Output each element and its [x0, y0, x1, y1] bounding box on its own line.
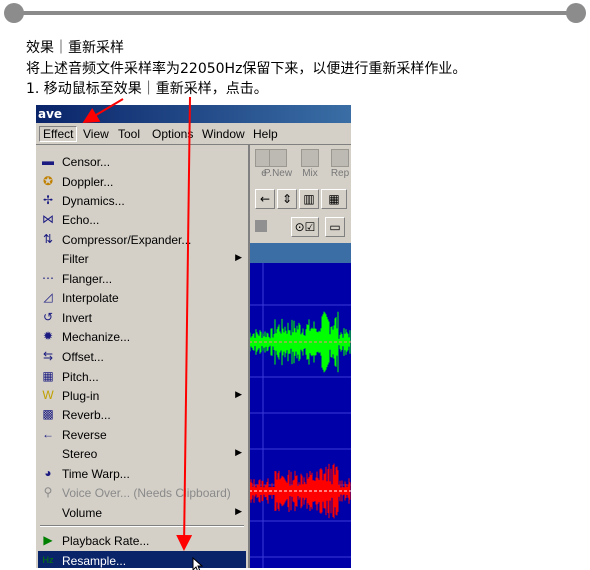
effect-dropdown-menu: ▬ Censor... ✪ Doppler... ✢ Dynamics... ⋈ Echo..…: [36, 145, 250, 568]
menu-item-label: Time Warp...: [62, 467, 130, 481]
menu-item-reverse[interactable]: ← Reverse: [38, 425, 246, 444]
window-icon[interactable]: ▭: [325, 217, 345, 237]
voice-over-icon: ⚲: [43, 485, 53, 499]
menu-item-volume[interactable]: Volume ▶: [38, 503, 246, 522]
description-text: 将上述音频文件采样率为22050Hz保留下来，以便进行重新采样作业。: [26, 61, 467, 77]
menu-tool[interactable]: Tool: [118, 127, 140, 141]
menu-help[interactable]: Help: [253, 127, 278, 141]
submenu-arrow-icon: ▶: [235, 506, 242, 516]
mechanize-icon: ✹: [42, 329, 54, 343]
menu-item-label: Dynamics...: [62, 194, 125, 208]
toolbar-row-3: ⊙☑ ▭: [249, 215, 351, 237]
menubar: Effect View Tool Options Window Help: [36, 124, 351, 145]
menu-separator: [40, 525, 244, 527]
menu-item-label: Pitch...: [62, 370, 99, 384]
menu-item-plug-in[interactable]: W Plug-in ▶: [38, 386, 246, 405]
menu-effect[interactable]: Effect: [39, 126, 78, 142]
window-title: ave: [38, 107, 63, 121]
menu-item-label: Resample...: [62, 554, 127, 568]
flanger-icon: ⋯: [42, 271, 54, 285]
menu-item-label: Censor...: [62, 155, 111, 169]
menu-item-censor[interactable]: ▬ Censor...: [38, 152, 246, 171]
menu-item-echo[interactable]: ⋈ Echo...: [38, 210, 246, 229]
swap-icon[interactable]: ⇕: [277, 189, 297, 209]
menu-item-reverb[interactable]: ▩ Reverb...: [38, 405, 246, 424]
menu-item-dynamics[interactable]: ✢ Dynamics...: [38, 191, 246, 210]
offset-icon: ⇆: [42, 349, 54, 363]
menu-item-invert[interactable]: ↺ Invert: [38, 308, 246, 327]
record-check-icon[interactable]: ⊙☑: [291, 217, 319, 237]
waveform-graph: [248, 243, 351, 568]
resample-icon: Hz: [42, 555, 54, 565]
menu-item-label: Compressor/Expander...: [62, 233, 192, 247]
menu-view[interactable]: View: [83, 127, 109, 141]
reverse-icon: ←: [42, 427, 54, 441]
menu-item-label: Voice Over... (Needs Clipboard): [62, 486, 231, 500]
toolbar-button-pnew[interactable]: P.New: [263, 149, 293, 181]
plugin-icon: W: [42, 388, 54, 402]
menu-item-doppler[interactable]: ✪ Doppler...: [38, 172, 246, 191]
menu-item-filter[interactable]: Filter ▶: [38, 249, 246, 268]
playback-rate-icon: ▶: [43, 533, 53, 547]
pitch-icon: ▦: [42, 369, 54, 383]
meter-icon[interactable]: ▦: [321, 189, 347, 209]
dynamics-icon: ✢: [42, 193, 54, 207]
arrow-left-icon[interactable]: ←: [255, 189, 275, 209]
menu-item-label: Filter: [62, 252, 89, 266]
menu-item-playback-rate[interactable]: ▶ Playback Rate...: [38, 531, 246, 550]
menu-item-compressor-expander[interactable]: ⇅ Compressor/Expander...: [38, 230, 246, 249]
menu-item-label: Invert: [62, 311, 93, 325]
compressor-icon: ⇅: [42, 232, 54, 246]
menu-item-label: Volume: [62, 506, 103, 520]
window-titlebar: ave: [36, 105, 351, 123]
menu-item-offset[interactable]: ⇆ Offset...: [38, 347, 246, 366]
toolbar-row-2: ← ⇕ ▥ ▦: [249, 187, 351, 209]
header-rule: [14, 11, 578, 15]
menu-item-label: Playback Rate...: [62, 534, 150, 548]
menu-item-label: Interpolate: [62, 291, 119, 305]
menu-item-label: Reverse: [62, 428, 107, 442]
toolbar-button-rep[interactable]: Rep: [325, 149, 351, 181]
menu-item-label: Stereo: [62, 447, 98, 461]
menu-item-label: Mechanize...: [62, 330, 131, 344]
menu-item-resample[interactable]: Hz Resample...: [38, 551, 246, 568]
menu-item-label: Flanger...: [62, 272, 113, 286]
menu-item-label: Doppler...: [62, 175, 114, 189]
menu-item-label: Offset...: [62, 350, 104, 364]
menu-item-flanger[interactable]: ⋯ Flanger...: [38, 269, 246, 288]
step-text: 1. 移动鼠标至效果｜重新采样，点击。: [26, 81, 268, 97]
menu-window[interactable]: Window: [202, 127, 245, 141]
header-dot-left: [4, 3, 24, 23]
app-screenshot: ave Effect View Tool Options Window Help…: [36, 105, 351, 568]
interpolate-icon: ◿: [43, 290, 53, 304]
menu-item-label: Reverb...: [62, 408, 111, 422]
menu-item-interpolate[interactable]: ◿ Interpolate: [38, 288, 246, 307]
bars-icon[interactable]: ▥: [299, 189, 319, 209]
censor-icon: ▬: [42, 154, 54, 168]
menu-item-stereo[interactable]: Stereo ▶: [38, 444, 246, 463]
menu-item-label: Echo...: [62, 213, 100, 227]
menu-options[interactable]: Options: [152, 127, 193, 141]
menu-item-voice-over-needs-clipboard: ⚲ Voice Over... (Needs Clipboard): [38, 483, 246, 502]
page-title: 效果｜重新采样: [26, 40, 124, 56]
submenu-arrow-icon: ▶: [235, 252, 242, 262]
menu-item-pitch[interactable]: ▦ Pitch...: [38, 367, 246, 386]
header-dot-right: [566, 3, 586, 23]
reverb-icon: ▩: [42, 407, 54, 421]
invert-icon: ↺: [42, 310, 54, 324]
stop-icon[interactable]: [255, 220, 267, 232]
echo-icon: ⋈: [42, 212, 54, 226]
time-warp-icon: ◕: [44, 466, 52, 480]
menu-item-label: Plug-in: [62, 389, 100, 403]
menu-item-mechanize[interactable]: ✹ Mechanize...: [38, 327, 246, 346]
menu-item-time-warp[interactable]: ◕ Time Warp...: [38, 464, 246, 483]
waveform-panel[interactable]: [248, 243, 351, 568]
toolbar-button-mix[interactable]: Mix: [295, 149, 325, 181]
toolbar: e P.New Mix Rep: [249, 147, 351, 183]
submenu-arrow-icon: ▶: [235, 447, 242, 457]
submenu-arrow-icon: ▶: [235, 389, 242, 399]
doppler-icon: ✪: [42, 174, 54, 188]
